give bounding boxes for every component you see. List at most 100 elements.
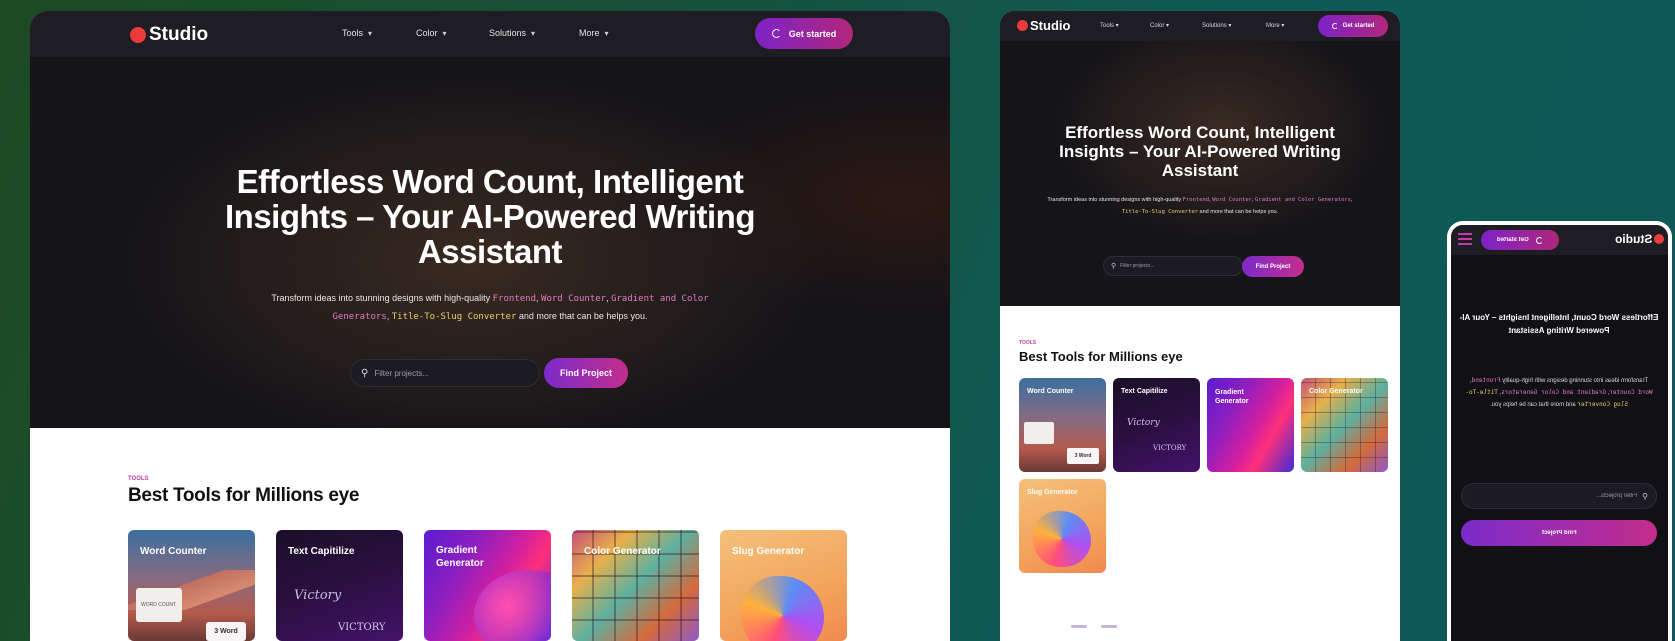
carousel-dot[interactable] xyxy=(1071,625,1087,628)
nav-item-label: Solutions xyxy=(1202,23,1227,29)
card-title: Text Capitilize xyxy=(288,546,355,557)
card-title: Word Counter xyxy=(140,546,207,557)
subtitle-text: and more that can be helps you. xyxy=(1199,209,1279,215)
blob-shape-icon xyxy=(742,576,824,641)
card-title: Slug Generator xyxy=(732,546,805,557)
word-count-badge xyxy=(1024,422,1054,444)
section-title: Best Tools for Millions eye xyxy=(128,485,360,506)
carousel-dot[interactable] xyxy=(1101,625,1117,628)
search-icon: ⚲ xyxy=(361,367,369,379)
word-count-result: 3 Word xyxy=(1067,448,1099,464)
code-highlight: Title-To-Slug Converter xyxy=(1121,209,1199,215)
card-title: Color Generator xyxy=(584,546,661,557)
nav-item-label: More xyxy=(579,28,600,38)
phone-mockup: Get started Studio Effortless Word Count… xyxy=(1447,221,1672,641)
search-placeholder: Filter projects... xyxy=(374,368,430,378)
subtitle-text: and more that can be helps you. xyxy=(518,311,648,321)
cta-label: Get started xyxy=(788,28,837,39)
logo-dot-icon xyxy=(1654,234,1664,244)
tablet-find-project-button[interactable]: Find Project xyxy=(1242,256,1304,277)
cta-label: Get started xyxy=(1342,23,1375,29)
nav-item-color[interactable]: Color ▾ xyxy=(416,28,489,38)
word-count-result: 3 Word xyxy=(206,622,246,641)
code-highlight: Word Counter xyxy=(541,294,607,304)
hero-title-text: Effortless Word Count, Intelligent Insig… xyxy=(1459,313,1659,335)
logo-dot-icon xyxy=(1017,20,1028,31)
phone-get-started-button[interactable]: Get started xyxy=(1481,230,1559,250)
nav-menu: Tools ▾ Color ▾ Solutions ▾ More ▾ xyxy=(342,28,609,38)
code-highlight: Gradient and Color Generators xyxy=(1255,197,1352,203)
spinner-icon xyxy=(1331,23,1338,29)
search-input[interactable]: ⚲ Filter projects... xyxy=(350,359,540,387)
logo-text: Studio xyxy=(149,24,209,45)
search-icon: ⚲ xyxy=(1642,491,1648,501)
desktop-mockup: Studio Tools ▾ Color ▾ Solutions ▾ More ▾ Ge… xyxy=(30,11,950,641)
card-title: Text Capitilize xyxy=(1121,388,1168,395)
nav-item-tools[interactable]: Tools ▾ xyxy=(342,28,416,38)
text-upper-sample: VICTORY xyxy=(1153,444,1186,452)
tool-card-color-generator[interactable]: Color Generator xyxy=(572,530,699,641)
tablet-hero-title: Effortless Word Count, Intelligent Insig… xyxy=(1059,123,1341,180)
get-started-button[interactable]: Get started xyxy=(755,18,853,49)
tablet-search-input[interactable]: ⚲ Filter projects... xyxy=(1103,256,1243,276)
subtitle-text: and more that can be helps you. xyxy=(1490,402,1576,408)
subtitle-text: Transform ideas into stunning designs wi… xyxy=(1502,378,1649,384)
tablet-card-color-generator[interactable]: Color Generator xyxy=(1301,378,1388,472)
chevron-down-icon: ▾ xyxy=(604,28,609,38)
phone-search-input[interactable]: Filter projects... ⚲ xyxy=(1461,483,1657,509)
badge-small-text: WORD COUNT xyxy=(141,602,176,608)
code-highlight: Frontend xyxy=(1471,377,1501,384)
phone-find-project-button[interactable]: Find Project xyxy=(1461,520,1657,546)
tablet-card-word-counter[interactable]: Word Counter 3 Word xyxy=(1019,378,1106,472)
carousel-dots xyxy=(1071,625,1117,628)
code-highlight: Frontend xyxy=(492,294,537,304)
text-script-icon: Victory xyxy=(1127,418,1160,428)
search-icon: ⚲ xyxy=(1111,263,1117,270)
tablet-nav: Studio Tools ▾ Color ▾ Solutions ▾ More … xyxy=(1000,11,1400,41)
nav-item-label: Solutions xyxy=(489,28,527,38)
phone-hero-subtitle: Transform ideas into stunning designs wi… xyxy=(1465,377,1653,408)
card-title: Gradient Generator xyxy=(436,545,484,569)
phone-nav: Get started Studio xyxy=(1451,225,1668,255)
tablet-section-title: Best Tools for Millions eye xyxy=(1019,349,1183,364)
tablet-nav-item-more[interactable]: More ▾ xyxy=(1266,22,1284,29)
tablet-nav-item-tools[interactable]: Tools ▾ xyxy=(1100,22,1150,29)
hero-section: Studio Tools ▾ Color ▾ Solutions ▾ More ▾ Ge… xyxy=(30,11,950,428)
tablet-card-slug-generator[interactable]: Slug Generator xyxy=(1019,479,1106,573)
phone-logo[interactable]: Studio xyxy=(1615,232,1664,246)
tablet-nav-item-solutions[interactable]: Solutions ▾ xyxy=(1202,22,1266,29)
spinner-icon xyxy=(771,29,781,38)
gradient-waves-icon xyxy=(474,570,551,641)
code-highlight: Gradient and Color Generators xyxy=(1501,389,1606,396)
tablet-card-text-capitilize[interactable]: Text Capitilize Victory VICTORY xyxy=(1113,378,1200,472)
tablet-nav-item-color[interactable]: Color ▾ xyxy=(1150,22,1202,29)
tablet-get-started-button[interactable]: Get started xyxy=(1318,15,1388,37)
tablet-card-gradient-generator[interactable]: Gradient Generator xyxy=(1207,378,1294,472)
tablet-nav-menu: Tools ▾ Color ▾ Solutions ▾ More ▾ xyxy=(1100,22,1284,29)
mirrored-label: Get started xyxy=(1497,237,1529,243)
hamburger-icon[interactable] xyxy=(1458,233,1472,245)
script-word: VICTORY xyxy=(1153,444,1187,452)
tablet-logo[interactable]: Studio xyxy=(1017,18,1070,33)
tablet-hero-subtitle: Transform ideas into stunning designs wi… xyxy=(1047,197,1353,215)
find-project-button[interactable]: Find Project xyxy=(544,358,628,388)
tool-card-text-capitilize[interactable]: Text Capitilize Victory VICTORY xyxy=(276,530,403,641)
logo[interactable]: Studio xyxy=(130,24,208,46)
word-count-badge: WORD COUNT xyxy=(136,588,182,622)
nav-item-label: More xyxy=(1266,23,1280,29)
chevron-down-icon: ▾ xyxy=(442,28,447,38)
code-highlight: Frontend xyxy=(1182,197,1210,203)
code-highlight: Word Counter xyxy=(1212,197,1252,203)
nav-item-label: Tools xyxy=(1100,23,1115,29)
cta-label: Get started xyxy=(1496,237,1529,243)
subtitle-text: Transform ideas into stunning designs wi… xyxy=(1047,197,1182,203)
tool-card-gradient-generator[interactable]: Gradient Generator xyxy=(424,530,551,641)
nav-item-label: Tools xyxy=(342,28,364,38)
tool-card-word-counter[interactable]: Word Counter WORD COUNT 3 Word xyxy=(128,530,255,641)
text-script-icon: Victory xyxy=(294,588,341,603)
nav-item-more[interactable]: More ▾ xyxy=(579,28,609,38)
tool-card-slug-generator[interactable]: Slug Generator xyxy=(720,530,847,641)
nav-item-solutions[interactable]: Solutions ▾ xyxy=(489,28,579,38)
chevron-down-icon: ▾ xyxy=(531,28,536,38)
find-project-label: Find Project xyxy=(1541,530,1577,536)
